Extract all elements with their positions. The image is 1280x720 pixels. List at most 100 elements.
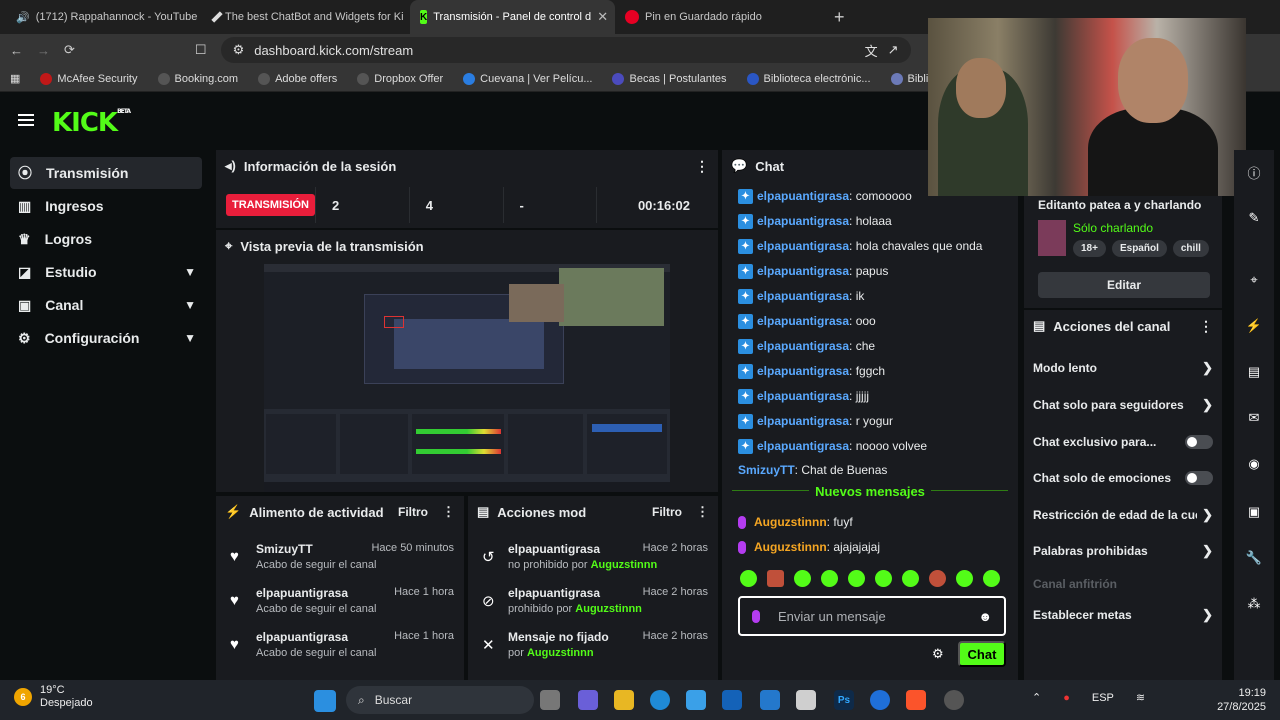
- photoshop-icon[interactable]: Ps: [834, 690, 854, 710]
- tab-kick-dashboard[interactable]: K Transmisión - Panel de control d ✕: [410, 0, 615, 34]
- info-icon[interactable]: ⓘ: [1240, 158, 1268, 186]
- reload-icon[interactable]: ⟳: [64, 42, 75, 58]
- edge-icon[interactable]: [650, 690, 670, 710]
- tag-chip[interactable]: Español: [1111, 240, 1167, 257]
- sidebar-item-estudio[interactable]: ◪ Estudio ▼: [10, 256, 202, 288]
- emoji-icon[interactable]: ☻: [978, 609, 992, 624]
- chat-input[interactable]: Enviar un mensaje ☻: [738, 596, 1006, 636]
- document-icon[interactable]: ▤: [1240, 358, 1268, 386]
- sidebar-item-configuracion[interactable]: ⚙ Configuración ▼: [10, 322, 202, 354]
- tab-chatbot[interactable]: The best ChatBot and Widgets for Ki: [205, 0, 410, 34]
- emote-icon[interactable]: [767, 570, 784, 587]
- action-subscribers-only[interactable]: Chat exclusivo para...: [1033, 429, 1217, 455]
- brave-icon[interactable]: [906, 690, 926, 710]
- emote-icon[interactable]: [902, 570, 919, 587]
- more-icon[interactable]: ⋮: [1199, 318, 1213, 335]
- chat-username[interactable]: elpapuantigrasa: [757, 289, 849, 303]
- send-chat-button[interactable]: Chat: [958, 641, 1006, 667]
- chat-username[interactable]: elpapuantigrasa: [757, 339, 849, 353]
- more-icon[interactable]: ⋮: [442, 504, 455, 520]
- chat-username[interactable]: elpapuantigrasa: [757, 439, 849, 453]
- edit-button[interactable]: Editar: [1038, 272, 1210, 298]
- tab-pinterest[interactable]: Pin en Guardado rápido: [615, 0, 820, 34]
- lightning-icon[interactable]: ⚡: [1240, 312, 1268, 340]
- task-view-icon[interactable]: [540, 690, 560, 710]
- filter-button[interactable]: Filtro: [652, 505, 682, 519]
- microphone-icon[interactable]: ●: [1063, 692, 1070, 704]
- store-icon[interactable]: [686, 690, 706, 710]
- apps-icon[interactable]: ▦: [10, 72, 20, 85]
- photos-icon[interactable]: [796, 690, 816, 710]
- emote-icon[interactable]: [875, 570, 892, 587]
- sidebar-item-transmision[interactable]: ⦿ Transmisión: [10, 157, 202, 189]
- bookmark-icon[interactable]: ☐: [195, 42, 207, 58]
- action-followers-only[interactable]: Chat solo para seguidores ❯: [1033, 392, 1217, 418]
- emote-icon[interactable]: [956, 570, 973, 587]
- message-icon[interactable]: ✉: [1240, 404, 1268, 432]
- language-indicator[interactable]: ESP: [1092, 692, 1114, 704]
- chat-settings-icon[interactable]: ⚙: [932, 646, 944, 662]
- bookmark-item[interactable]: Adobe offers: [258, 72, 337, 85]
- category-link[interactable]: Sólo charlando: [1073, 221, 1153, 235]
- windows-start-icon[interactable]: [314, 690, 336, 712]
- url-field[interactable]: ⚙ dashboard.kick.com/stream 文 ↗: [220, 37, 911, 63]
- chat-username[interactable]: elpapuantigrasa: [757, 364, 849, 378]
- menu-icon[interactable]: [18, 114, 34, 126]
- chat-username[interactable]: elpapuantigrasa: [757, 389, 849, 403]
- emote-icon[interactable]: [794, 570, 811, 587]
- more-icon[interactable]: ⋮: [695, 158, 709, 175]
- close-icon[interactable]: ✕: [597, 9, 608, 25]
- translate-icon[interactable]: 文: [865, 41, 878, 60]
- stream-preview-video[interactable]: [264, 264, 670, 492]
- back-icon[interactable]: ←: [10, 43, 23, 58]
- new-tab-button[interactable]: +: [834, 7, 845, 28]
- file-explorer-icon[interactable]: [614, 690, 634, 710]
- sidebar-item-canal[interactable]: ▣ Canal ▼: [10, 289, 202, 321]
- app-icon[interactable]: [870, 690, 890, 710]
- more-icon[interactable]: ⋮: [696, 504, 709, 520]
- share-icon[interactable]: ↗: [888, 42, 899, 58]
- bookmark-item[interactable]: Becas | Postulantes: [612, 72, 727, 85]
- chat-username[interactable]: elpapuantigrasa: [757, 214, 849, 228]
- filter-button[interactable]: Filtro: [398, 505, 428, 519]
- share-icon[interactable]: ⁂: [1240, 590, 1268, 618]
- copilot-icon[interactable]: [578, 690, 598, 710]
- bookmark-item[interactable]: Booking.com: [157, 72, 238, 85]
- sidebar-item-ingresos[interactable]: ▥ Ingresos: [10, 190, 202, 222]
- emote-icon[interactable]: [821, 570, 838, 587]
- tab-youtube[interactable]: 🔊 (1712) Rappahannock - YouTube: [0, 0, 205, 34]
- obs-icon[interactable]: [944, 690, 964, 710]
- chat-username[interactable]: elpapuantigrasa: [757, 314, 849, 328]
- taskbar-search[interactable]: ⌕ Buscar: [346, 686, 534, 714]
- bookmark-item[interactable]: Biblioteca electrónic...: [746, 72, 871, 85]
- chat-username[interactable]: Auguzstinnn: [754, 515, 827, 529]
- capture-icon[interactable]: ⌖: [1240, 266, 1268, 294]
- tag-chip[interactable]: 18+: [1073, 240, 1106, 257]
- emote-icon[interactable]: [929, 570, 946, 587]
- action-slow-mode[interactable]: Modo lento ❯: [1033, 355, 1217, 381]
- chat-username[interactable]: Auguzstinnn: [754, 540, 827, 554]
- action-emotes-only[interactable]: Chat solo de emociones: [1033, 465, 1217, 491]
- kick-logo[interactable]: KICKBETA: [52, 108, 131, 138]
- toggle-switch[interactable]: [1185, 471, 1213, 485]
- pencil-icon[interactable]: ✎: [1240, 204, 1268, 232]
- tag-chip[interactable]: chill: [1172, 240, 1209, 257]
- bookmark-item[interactable]: Dropbox Offer: [357, 72, 443, 85]
- action-banned-words[interactable]: Palabras prohibidas ❯: [1033, 538, 1217, 564]
- chat-username[interactable]: elpapuantigrasa: [757, 264, 849, 278]
- chat-username[interactable]: elpapuantigrasa: [757, 414, 849, 428]
- emote-icon[interactable]: [848, 570, 865, 587]
- chat-username[interactable]: SmizuyTT: [738, 463, 795, 477]
- outlook-icon[interactable]: [722, 690, 742, 710]
- wrench-icon[interactable]: 🔧: [1240, 544, 1268, 572]
- forward-icon[interactable]: →: [37, 43, 50, 58]
- bookmark-item[interactable]: Cuevana | Ver Pelícu...: [463, 72, 592, 85]
- wifi-icon[interactable]: ≋: [1136, 691, 1145, 704]
- chat-username[interactable]: elpapuantigrasa: [757, 189, 849, 203]
- broadcast-icon[interactable]: ◉: [1240, 450, 1268, 478]
- bookmark-item[interactable]: McAfee Security: [40, 72, 138, 85]
- action-set-goals[interactable]: Establecer metas ❯: [1033, 602, 1217, 628]
- weather-widget[interactable]: 6 19°C Despejado: [14, 684, 93, 710]
- clock[interactable]: 19:19 27/8/2025: [1217, 686, 1266, 714]
- chevron-up-icon[interactable]: ⌃: [1032, 691, 1041, 704]
